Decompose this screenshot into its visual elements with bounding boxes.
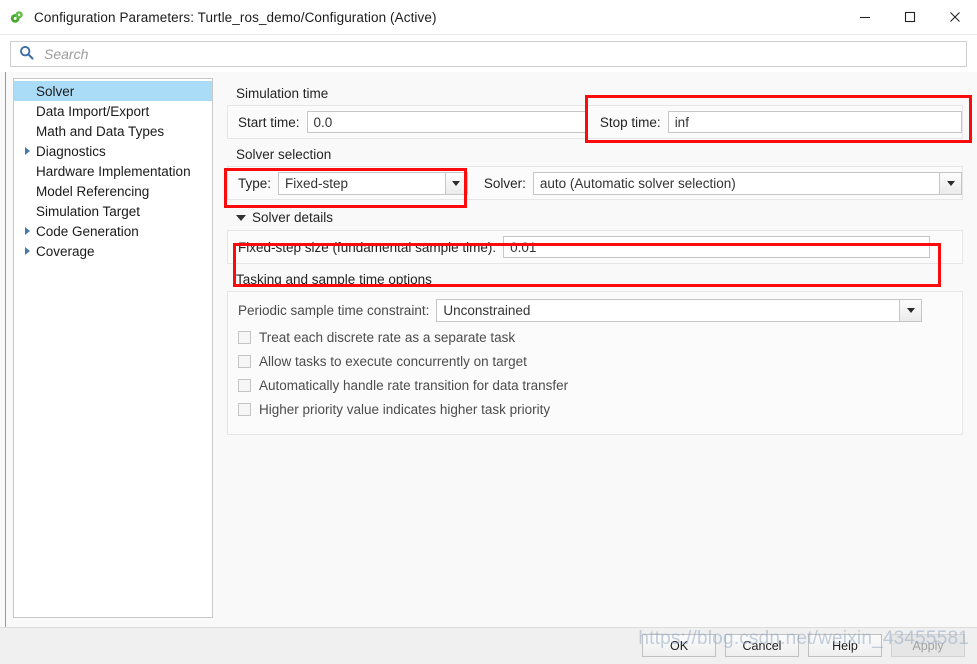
sidebar-item-diagnostics[interactable]: Diagnostics bbox=[14, 141, 212, 161]
title-bar: Configuration Parameters: Turtle_ros_dem… bbox=[0, 0, 977, 35]
ok-button[interactable]: OK bbox=[642, 634, 716, 657]
chevron-right-icon[interactable] bbox=[20, 147, 34, 155]
tasking-options-group: Periodic sample time constraint: Unconst… bbox=[227, 291, 963, 435]
chevron-down-icon[interactable] bbox=[444, 172, 467, 194]
checkbox-separate-task[interactable] bbox=[238, 330, 251, 344]
sidebar-item-label: Hardware Implementation bbox=[36, 163, 191, 179]
fixed-step-size-label: Fixed-step size (fundamental sample time… bbox=[238, 239, 497, 255]
apply-button-label: Apply bbox=[912, 638, 944, 653]
fixed-step-size-input[interactable]: 0.01 bbox=[503, 236, 931, 258]
sidebar-item-label: Data Import/Export bbox=[36, 103, 150, 119]
checkbox-label: Allow tasks to execute concurrently on t… bbox=[259, 353, 527, 369]
solver-value: auto (Automatic solver selection) bbox=[539, 175, 736, 191]
sidebar-item-code-generation[interactable]: Code Generation bbox=[14, 221, 212, 241]
minimize-button[interactable] bbox=[842, 0, 887, 34]
chevron-right-icon[interactable] bbox=[20, 227, 34, 235]
cancel-button[interactable]: Cancel bbox=[725, 634, 799, 657]
solver-type-label: Type: bbox=[238, 175, 272, 191]
solver-dropdown[interactable]: auto (Automatic solver selection) bbox=[532, 171, 962, 195]
start-time-label: Start time: bbox=[238, 114, 300, 130]
checkbox-label: Automatically handle rate transition for… bbox=[259, 377, 569, 393]
sidebar-item-label: Code Generation bbox=[36, 223, 139, 239]
checkbox-row[interactable]: Automatically handle rate transition for… bbox=[228, 373, 962, 397]
sidebar-item-label: Math and Data Types bbox=[36, 123, 165, 139]
periodic-sample-time-label: Periodic sample time constraint: bbox=[238, 302, 430, 318]
ok-button-label: OK bbox=[669, 638, 689, 653]
checkbox-label: Treat each discrete rate as a separate t… bbox=[259, 329, 516, 345]
sidebar-item-solver[interactable]: Solver bbox=[14, 81, 212, 101]
tasking-options-title: Tasking and sample time options bbox=[236, 272, 432, 287]
sidebar-item-data-import-export[interactable]: Data Import/Export bbox=[14, 101, 212, 121]
periodic-sample-time-dropdown[interactable]: Unconstrained bbox=[436, 298, 923, 322]
solver-label: Solver: bbox=[483, 175, 526, 191]
stop-time-input[interactable]: inf bbox=[667, 111, 962, 133]
search-input[interactable] bbox=[42, 42, 966, 66]
sidebar-item-label: Coverage bbox=[36, 243, 95, 259]
solver-selection-title: Solver selection bbox=[236, 147, 332, 162]
chevron-down-icon[interactable] bbox=[899, 299, 922, 321]
sidebar-item-coverage[interactable]: Coverage bbox=[14, 241, 212, 261]
search-box[interactable] bbox=[10, 41, 967, 67]
solver-selection-group: Type: Fixed-step Solver: auto (Automatic… bbox=[227, 166, 963, 200]
stop-time-label: Stop time: bbox=[599, 114, 661, 130]
checkbox-higher-priority[interactable] bbox=[238, 402, 251, 416]
checkbox-label: Higher priority value indicates higher t… bbox=[259, 401, 551, 417]
search-icon bbox=[19, 45, 34, 63]
checkbox-row[interactable]: Higher priority value indicates higher t… bbox=[228, 397, 962, 421]
dialog-body: Solver Data Import/Export Math and Data … bbox=[0, 72, 977, 628]
chevron-right-icon[interactable] bbox=[20, 247, 34, 255]
solver-details-group: Fixed-step size (fundamental sample time… bbox=[227, 230, 963, 264]
sidebar-item-label: Diagnostics bbox=[36, 143, 106, 159]
solver-settings-pane: Simulation time Start time: 0.0 Stop tim… bbox=[213, 72, 977, 628]
close-button[interactable] bbox=[932, 0, 977, 34]
dialog-footer: OK Cancel Help Apply bbox=[0, 627, 977, 664]
help-button-label: Help bbox=[832, 638, 858, 653]
start-time-input[interactable]: 0.0 bbox=[306, 111, 587, 133]
footer-buttons: OK Cancel Help Apply bbox=[642, 634, 965, 657]
chevron-down-icon[interactable] bbox=[939, 172, 961, 194]
solver-details-title: Solver details bbox=[252, 210, 334, 225]
solver-type-value: Fixed-step bbox=[285, 175, 349, 191]
left-rail bbox=[0, 72, 6, 628]
solver-type-dropdown[interactable]: Fixed-step bbox=[278, 171, 468, 195]
apply-button: Apply bbox=[891, 634, 965, 657]
chevron-down-icon bbox=[236, 214, 246, 221]
sidebar-item-simulation-target[interactable]: Simulation Target bbox=[14, 201, 212, 221]
settings-tree[interactable]: Solver Data Import/Export Math and Data … bbox=[13, 78, 213, 618]
simulink-icon bbox=[9, 9, 25, 25]
periodic-sample-time-value: Unconstrained bbox=[443, 302, 531, 318]
solver-details-toggle[interactable]: Solver details bbox=[236, 210, 963, 225]
sidebar-item-model-referencing[interactable]: Model Referencing bbox=[14, 181, 212, 201]
simulation-time-title: Simulation time bbox=[236, 86, 329, 101]
sidebar-item-math-and-data-types[interactable]: Math and Data Types bbox=[14, 121, 212, 141]
sidebar-item-label: Solver bbox=[36, 83, 75, 99]
help-button[interactable]: Help bbox=[808, 634, 882, 657]
simulation-time-group: Start time: 0.0 Stop time: inf bbox=[227, 105, 963, 139]
cancel-button-label: Cancel bbox=[742, 638, 782, 653]
checkbox-concurrent-execution[interactable] bbox=[238, 354, 251, 368]
window-title: Configuration Parameters: Turtle_ros_dem… bbox=[34, 9, 437, 25]
checkbox-row[interactable]: Allow tasks to execute concurrently on t… bbox=[228, 349, 962, 373]
sidebar-item-hardware-implementation[interactable]: Hardware Implementation bbox=[14, 161, 212, 181]
search-bar bbox=[0, 35, 977, 73]
window-controls bbox=[842, 0, 977, 34]
sidebar-item-label: Model Referencing bbox=[36, 183, 150, 199]
maximize-button[interactable] bbox=[887, 0, 932, 34]
sidebar-item-label: Simulation Target bbox=[36, 203, 141, 219]
checkbox-row[interactable]: Treat each discrete rate as a separate t… bbox=[228, 325, 962, 349]
checkbox-rate-transition[interactable] bbox=[238, 378, 251, 392]
